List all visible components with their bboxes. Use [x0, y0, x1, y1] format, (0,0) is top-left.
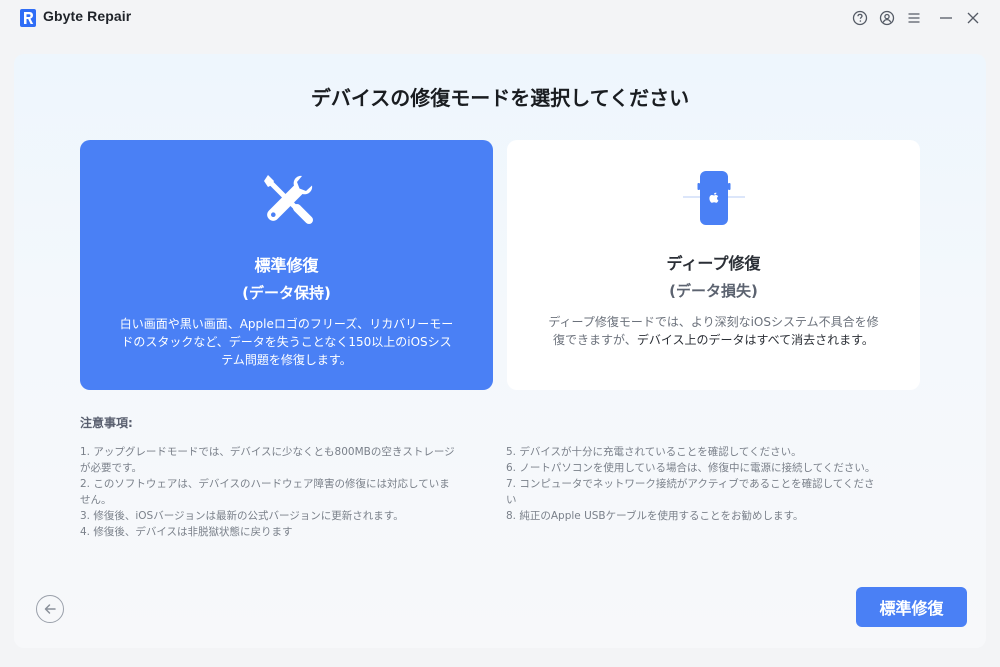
note-line: 4. 修復後、デバイスは非脱獄状態に戻ります	[80, 526, 293, 538]
notes-list-right: 5. デバイスが十分に充電されていることを確認してください。 6. ノートパソコ…	[506, 444, 921, 524]
back-button[interactable]	[36, 595, 64, 623]
notes-heading: 注意事項:	[80, 416, 133, 430]
note-line: 8. 純正のApple USBケーブルを使用することをお勧めします。	[506, 510, 804, 522]
deep-repair-description: ディープ修復モードでは、より深刻なiOSシステム不具合を修 復できますが、デバイ…	[548, 315, 879, 347]
note-line: い	[506, 494, 517, 506]
main-panel: デバイスの修復モードを選択してください 標準修復 (データ保持) 白い画面や黒い…	[14, 54, 986, 648]
deep-repair-subtitle: (データ損失)	[669, 282, 758, 300]
standard-repair-button[interactable]: 標準修復	[856, 587, 967, 627]
note-line: 3. 修復後、iOSバージョンは最新の公式バージョンに更新されます。	[80, 510, 404, 522]
arrow-left-icon	[44, 604, 56, 614]
standard-repair-description: 白い画面や黒い画面、Appleロゴのフリーズ、リカバリーモー ドのスタックなど、…	[119, 317, 454, 367]
minimize-icon[interactable]	[937, 9, 955, 27]
standard-repair-title: 標準修復	[254, 256, 319, 275]
note-line: 5. デバイスが十分に充電されていることを確認してください。	[506, 446, 802, 458]
account-icon[interactable]	[878, 9, 896, 27]
menu-icon[interactable]	[905, 9, 923, 27]
standard-repair-card[interactable]: 標準修復 (データ保持) 白い画面や黒い画面、Appleロゴのフリーズ、リカバリ…	[80, 140, 493, 390]
note-line: せん。	[80, 494, 112, 506]
phone-apple-icon	[682, 171, 745, 225]
close-icon[interactable]	[964, 9, 982, 27]
notes-list-left: 1. アップグレードモードでは、デバイスに少なくとも800MBの空きストレージ …	[80, 444, 495, 540]
standard-repair-subtitle: (データ保持)	[242, 284, 331, 302]
note-line: 1. アップグレードモードでは、デバイスに少なくとも800MBの空きストレージ	[80, 446, 455, 458]
app-logo-icon	[20, 9, 36, 27]
app-title: Gbyte Repair	[43, 8, 132, 24]
note-line: 6. ノートパソコンを使用している場合は、修復中に電源に接続してください。	[506, 462, 876, 474]
note-line: 7. コンピュータでネットワーク接続がアクティブであることを確認してくださ	[506, 478, 875, 490]
deep-repair-title: ディープ修復	[666, 254, 761, 273]
wrench-screwdriver-icon	[263, 175, 313, 224]
deep-repair-card[interactable]: ディープ修復 (データ損失) ディープ修復モードでは、より深刻なiOSシステム不…	[507, 140, 920, 390]
note-line: が必要です。	[80, 462, 142, 474]
page-title: デバイスの修復モードを選択してください	[310, 86, 690, 110]
help-icon[interactable]	[851, 9, 869, 27]
note-line: 2. このソフトウェアは、デバイスのハードウェア障害の修復には対応していま	[80, 478, 450, 490]
title-bar: Gbyte Repair	[0, 0, 1000, 36]
